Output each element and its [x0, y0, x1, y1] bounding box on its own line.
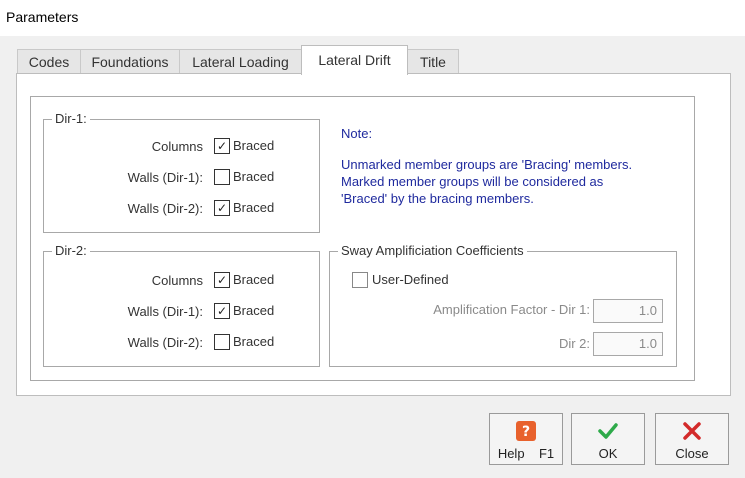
- x-icon: [656, 420, 728, 442]
- dir2-columns-label: Columns: [151, 273, 203, 288]
- help-button-label: Help F1: [497, 446, 555, 461]
- sway-group: Sway Amplificiation Coefficients User-De…: [329, 243, 677, 367]
- dir2-columns-checkbox-label: Braced: [233, 272, 275, 287]
- title-bar: Parameters: [0, 0, 745, 36]
- amplification-dir1-label: Amplification Factor - Dir 1:: [433, 302, 590, 317]
- note-line-3: 'Braced' by the bracing members.: [341, 191, 534, 206]
- dir2-walls-dir2-checkbox[interactable]: [214, 334, 230, 350]
- dir1-legend: Dir-1:: [52, 111, 90, 126]
- content-frame: Dir-1: Columns ✓ Braced Walls (Dir-1): B…: [30, 96, 695, 381]
- dir2-walls-dir2-label: Walls (Dir-2):: [127, 335, 203, 350]
- svg-text:?: ?: [522, 424, 530, 440]
- dir2-walls-dir2-checkbox-label: Braced: [233, 334, 275, 349]
- dir1-walls-dir1-label: Walls (Dir-1):: [127, 170, 203, 185]
- dir2-columns-checkbox[interactable]: ✓: [214, 272, 230, 288]
- dir1-columns-checkbox-label: Braced: [233, 138, 275, 153]
- amplification-dir2-label: Dir 2:: [558, 336, 590, 351]
- dir2-group: Dir-2: Columns ✓ Braced Walls (Dir-1): ✓…: [43, 243, 320, 367]
- dir2-walls-dir1-checkbox-label: Braced: [233, 303, 275, 318]
- tab-codes[interactable]: Codes: [17, 49, 81, 74]
- dir1-columns-label: Columns: [151, 139, 203, 154]
- window-title: Parameters: [6, 9, 79, 25]
- tab-foundations[interactable]: Foundations: [80, 49, 180, 74]
- close-button[interactable]: Close: [655, 413, 729, 465]
- dir1-walls-dir1-checkbox[interactable]: [214, 169, 230, 185]
- note-heading: Note:: [341, 126, 373, 141]
- close-button-label: Close: [675, 446, 709, 461]
- tab-panel-lateral-drift: Dir-1: Columns ✓ Braced Walls (Dir-1): B…: [16, 73, 731, 396]
- tab-title[interactable]: Title: [407, 49, 459, 74]
- dir1-walls-dir2-label: Walls (Dir-2):: [127, 201, 203, 216]
- dir1-group: Dir-1: Columns ✓ Braced Walls (Dir-1): B…: [43, 111, 320, 233]
- dir1-columns-checkbox[interactable]: ✓: [214, 138, 230, 154]
- tab-lateral-drift[interactable]: Lateral Drift: [301, 45, 408, 75]
- dir1-walls-dir2-checkbox[interactable]: ✓: [214, 200, 230, 216]
- ok-button-label: OK: [598, 446, 618, 461]
- dir1-walls-dir2-checkbox-label: Braced: [233, 200, 275, 215]
- dir2-walls-dir1-label: Walls (Dir-1):: [127, 304, 203, 319]
- check-icon: [572, 420, 644, 442]
- tab-lateral-loading[interactable]: Lateral Loading: [179, 49, 302, 74]
- help-button[interactable]: ? Help F1: [489, 413, 563, 465]
- dir1-walls-dir1-checkbox-label: Braced: [233, 169, 275, 184]
- user-defined-checkbox[interactable]: [352, 272, 368, 288]
- user-defined-label: User-Defined: [372, 272, 449, 287]
- amplification-dir2-input[interactable]: 1.0: [593, 332, 663, 356]
- note-line-1: Unmarked member groups are 'Bracing' mem…: [341, 157, 633, 172]
- sway-legend: Sway Amplificiation Coefficients: [338, 243, 527, 258]
- dir2-legend: Dir-2:: [52, 243, 90, 258]
- dir2-walls-dir1-checkbox[interactable]: ✓: [214, 303, 230, 319]
- ok-button[interactable]: OK: [571, 413, 645, 465]
- question-mark-icon: ?: [490, 420, 562, 442]
- note-line-2: Marked member groups will be considered …: [341, 174, 604, 189]
- amplification-dir1-input[interactable]: 1.0: [593, 299, 663, 323]
